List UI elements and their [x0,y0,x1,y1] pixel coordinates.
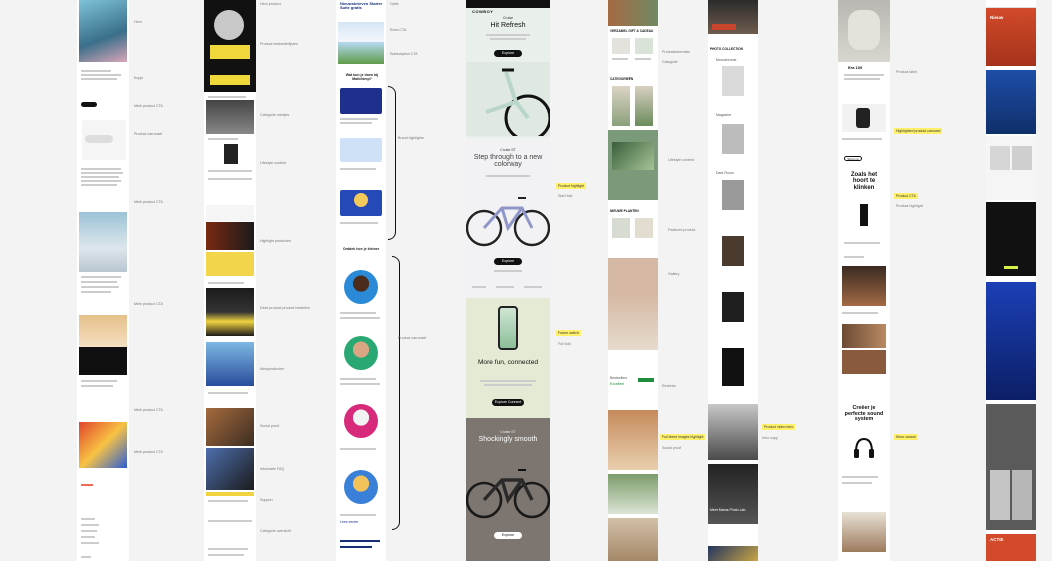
sticky-note: Frame switch [556,330,581,336]
annotation: Merk product CTA [134,408,163,412]
product-name: Era 100 [848,65,863,70]
sticky-note: Product highlight [556,183,587,189]
product-label: Monochrome [716,58,737,62]
annotation: Categorie merkjes [260,113,290,117]
promo-label: ACTIE [990,537,1004,542]
annotation: Intro copy [762,436,778,440]
annotation: Merk product CTA [134,200,163,204]
hero-title: Nieuwsbrieven Starter Suite gratis [340,1,383,11]
bike-image [466,197,550,247]
section-heading: VERZAMEL GIFT & CADEAU [610,29,654,33]
annotation: Categorie [662,60,678,64]
column-8: Nieuw Seizoen ACTIE [986,0,1036,561]
annotation: Product carrousel [398,336,427,340]
sticky-note: Highlighted product carousel [894,128,943,134]
annotation: Product bestsellerlijsten [260,42,298,46]
sticky-note: Product video hero [762,424,796,430]
annotation: Full fold [558,342,571,346]
explore-button[interactable]: Explore [494,258,522,265]
section-label: Cruise ST [500,148,516,152]
promo-title: Nieuw [990,15,1004,20]
annotation: Product highlight [896,204,923,208]
annotation: Hero product [260,2,281,6]
annotation: Featured product [668,228,696,232]
column-1 [77,0,129,561]
column-4-cowboy: COWBOY Cruise Hit Refresh Explore Cruise… [466,0,550,561]
sticky-note: Full bleed images highlight [660,434,706,440]
review-label: Excellent [610,382,625,386]
cta-button[interactable] [81,102,97,107]
column-3: Nieuwsbrieven Starter Suite gratis Wat k… [336,0,386,561]
section-heading: Creëer je perfecte sound system [844,405,884,423]
bestsellers-label: Bestsellers [610,376,628,380]
section-title: Step through to a new colorway [473,154,543,169]
bike-image [466,469,550,519]
annotation: Merkproducten [260,367,284,371]
column-7: Era 100 Shop nu Zoals het hoort te klink… [838,0,890,561]
bracket-product-carousel [392,256,400,530]
annotation: Lifestyle content [668,158,694,162]
annotation: Highlight producten [260,239,291,243]
sticky-note: Kleur variant [894,434,918,440]
phone-image [498,306,518,350]
cta-link[interactable]: Lees verder [340,520,358,524]
annotation: Start fold [558,194,573,198]
section-label: Cruise ST [500,430,516,434]
bracket-brand-highlights [388,86,396,240]
section-title: Wat kun je doen bij Mailchimp? [345,73,379,81]
hero-image [79,0,127,62]
caption: Meet Mama Photo Lab [710,508,746,512]
annotation: Extra CTA [390,28,407,32]
annotation: Kopje [134,76,144,80]
column-2 [204,0,256,561]
model-image [79,315,127,347]
annotation: Categorie overzicht [260,529,291,533]
section-title: Shockingly smooth [478,436,538,443]
annotation: Merk product CTA [134,302,163,306]
column-6: PHOTO COLLECTION Monochrome Magazine Dar… [708,0,758,561]
annotation: Merk product CTA [134,450,163,454]
column-5: VERZAMEL GIFT & CADEAU CATEGORIEËN NIEUW… [608,0,658,561]
section-heading: PHOTO COLLECTION [710,47,743,51]
section-label: Cruise [502,16,514,20]
product-promo-image [79,422,127,468]
explore-button[interactable]: Explore [494,532,522,539]
annotation: Social proof [662,446,681,450]
section-heading: NIEUWE PLANTEN [610,209,639,213]
annotation: Informatie FAQ [260,467,285,471]
annotation: Lifestyle content [260,161,286,165]
annotation: Subscription CTA [390,52,418,56]
annotation: Productinformatie [662,50,691,54]
explore-connect-button[interactable]: Explore Connect [492,399,524,406]
annotation: Merk product CTA [134,104,163,108]
annotation: Support [260,498,273,502]
annotation: Product carrousel [134,132,163,136]
annotation: Hero [134,20,142,24]
annotation: Product label [896,70,917,74]
annotation: Reviews [662,384,676,388]
annotation: Brand highlights [398,136,424,140]
annotation: Optie [390,2,399,6]
shop-button[interactable]: Shop nu [844,156,862,161]
explore-button[interactable]: Explore [494,50,522,57]
annotation: Gallery [668,272,680,276]
annotation: Deze product product bestellen [260,306,310,310]
section-title: More fun, connected [477,359,539,366]
section-heading: CATEGORIEËN [610,77,634,81]
lifestyle-image [79,212,127,272]
product-label: Magazine [716,113,732,117]
annotation: Social proof [260,424,279,428]
section-heading: Zoals het hoort te klinken [850,172,878,191]
quote-title: Ontdek hoe je kleiner [342,247,380,251]
section-title: Hit Refresh [490,22,526,29]
brand-logo: COWBOY [472,9,494,14]
product-label: Dark Room [716,171,734,175]
headphones-icon [854,437,874,458]
sticky-note: Product CTA [894,193,918,199]
bike-image [466,62,550,136]
